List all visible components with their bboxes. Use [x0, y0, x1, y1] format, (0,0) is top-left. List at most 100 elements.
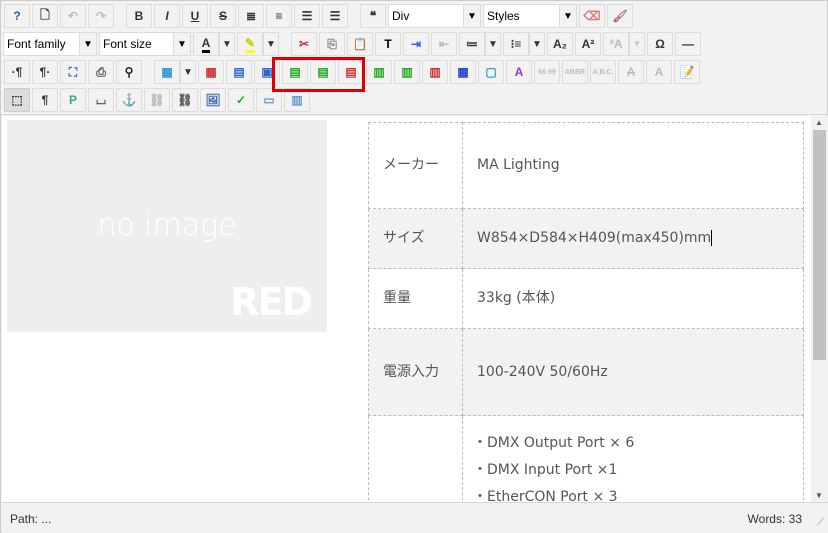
- unordered-list-dropdown[interactable]: ▼: [529, 32, 545, 56]
- rtl-button[interactable]: ¶·: [32, 60, 58, 84]
- horizontal-rule-button[interactable]: —: [675, 32, 701, 56]
- indent-button[interactable]: ⇥: [403, 32, 429, 56]
- redo-button[interactable]: ↷: [88, 4, 114, 28]
- text-color-dropdown[interactable]: ▼: [219, 32, 235, 56]
- copy-button[interactable]: ⎘: [319, 32, 345, 56]
- justify-right-button[interactable]: ☰: [322, 4, 348, 28]
- pagebreak-button[interactable]: ⌴: [88, 88, 114, 112]
- chevron-down-icon[interactable]: ▼: [173, 33, 190, 55]
- abbr-button[interactable]: ABBR: [562, 60, 588, 84]
- insert-column-after-button[interactable]: ▥: [394, 60, 420, 84]
- redo-icon: ↷: [95, 9, 107, 23]
- cleanup-button[interactable]: 🖌: [607, 4, 633, 28]
- scroll-up-icon[interactable]: ▲: [815, 118, 823, 127]
- table-row[interactable]: 重量 33kg (本体): [368, 268, 804, 329]
- visual-aid-button[interactable]: ⬚: [4, 88, 30, 112]
- ltr-button[interactable]: ·¶: [4, 60, 30, 84]
- remove-format-button[interactable]: ⌫: [579, 4, 605, 28]
- font-size-select[interactable]: Font size ▼: [99, 32, 191, 56]
- table-button[interactable]: ▦: [154, 60, 180, 84]
- text-direction-button[interactable]: ªA: [603, 32, 629, 56]
- outdent-button[interactable]: ⇤: [431, 32, 457, 56]
- scroll-down-icon[interactable]: ▼: [815, 491, 823, 500]
- styles-select[interactable]: Styles ▼: [483, 4, 577, 28]
- find-button[interactable]: ⚲: [116, 60, 142, 84]
- chevron-down-icon[interactable]: ▼: [559, 5, 576, 27]
- delete-text-button[interactable]: A: [618, 60, 644, 84]
- split-cells-button[interactable]: ▢: [478, 60, 504, 84]
- styleprops-button[interactable]: A: [506, 60, 532, 84]
- link-button[interactable]: ⛓: [172, 88, 198, 112]
- bold-button[interactable]: B: [126, 4, 152, 28]
- delete-column-button[interactable]: ▥: [422, 60, 448, 84]
- print-button[interactable]: ⎙: [88, 60, 114, 84]
- table-row[interactable]: メーカー MA Lighting: [368, 122, 804, 209]
- justify-center-button[interactable]: ≡: [266, 4, 292, 28]
- table-row[interactable]: ・DMX Output Port × 6 ・DMX Input Port ×1 …: [368, 415, 804, 502]
- table-cell-key[interactable]: 電源入力: [368, 328, 463, 416]
- chevron-down-icon[interactable]: ▼: [463, 5, 480, 27]
- format-select[interactable]: Div ▼: [388, 4, 481, 28]
- table-cell-key[interactable]: サイズ: [368, 208, 463, 269]
- vertical-scrollbar[interactable]: ▲ ▼: [811, 116, 828, 502]
- subscript-button[interactable]: A₂: [547, 32, 573, 56]
- table-cell-value[interactable]: MA Lighting: [462, 122, 804, 209]
- paragraph-button[interactable]: ¶: [32, 88, 58, 112]
- highlight-color-icon: ✎: [244, 36, 256, 53]
- blockquote-button[interactable]: ❝: [360, 4, 386, 28]
- ordered-list-button[interactable]: ≔: [459, 32, 485, 56]
- highlight-color-dropdown[interactable]: ▼: [263, 32, 279, 56]
- fullscreen-button[interactable]: ⛶: [60, 60, 86, 84]
- attributes-button[interactable]: 📝: [674, 60, 700, 84]
- font-family-select[interactable]: Font family ▼: [3, 32, 97, 56]
- row-properties-button[interactable]: ▤: [226, 60, 252, 84]
- ordered-list-icon: ≔: [466, 37, 478, 51]
- delete-table-button[interactable]: ▦: [198, 60, 224, 84]
- help-button[interactable]: ?: [4, 4, 30, 28]
- strikethrough-icon: S: [218, 9, 227, 23]
- table-cell-value[interactable]: 100-240V 50/60Hz: [462, 328, 804, 416]
- table-row[interactable]: サイズ W854×D584×H409(max450)mm: [368, 208, 804, 269]
- resize-handle-icon[interactable]: ⟋: [817, 517, 824, 528]
- special-char-button[interactable]: Ω: [647, 32, 673, 56]
- table-dropdown[interactable]: ▼: [180, 60, 196, 84]
- superscript-button[interactable]: A²: [575, 32, 601, 56]
- unordered-list-button[interactable]: ⁝≡: [503, 32, 529, 56]
- table-row[interactable]: 電源入力 100-240V 50/60Hz: [368, 328, 804, 416]
- preview-button[interactable]: P: [60, 88, 86, 112]
- table-cell-key[interactable]: 重量: [368, 268, 463, 329]
- insert-text-button[interactable]: A: [646, 60, 672, 84]
- ordered-list-dropdown[interactable]: ▼: [485, 32, 501, 56]
- highlight-color-button[interactable]: ✎: [237, 32, 263, 56]
- strikethrough-button[interactable]: S: [210, 4, 236, 28]
- table-cell-value[interactable]: W854×D584×H409(max450)mm: [462, 208, 804, 269]
- table-cell-key[interactable]: メーカー: [368, 122, 463, 209]
- table-cell-value[interactable]: ・DMX Output Port × 6 ・DMX Input Port ×1 …: [462, 415, 804, 502]
- justify-left-button[interactable]: ☰: [294, 4, 320, 28]
- unlink-button[interactable]: ⛓: [144, 88, 170, 112]
- paste-text-button[interactable]: T: [375, 32, 401, 56]
- underline-button[interactable]: U: [182, 4, 208, 28]
- cut-button[interactable]: ✂: [291, 32, 317, 56]
- insert-column-before-button[interactable]: ▥: [366, 60, 392, 84]
- anchor-button[interactable]: ⚓: [116, 88, 142, 112]
- spec-table[interactable]: メーカー MA Lighting サイズ W854×D584×H409(max450…: [368, 122, 804, 502]
- status-bar: Path: ... Words: 33 ⟋: [2, 502, 828, 533]
- justify-full-button[interactable]: ≣: [238, 4, 264, 28]
- paste-button[interactable]: 📋: [347, 32, 373, 56]
- cite-button[interactable]: 66 99: [534, 60, 560, 84]
- merge-cells-button[interactable]: ▦: [450, 60, 476, 84]
- scrollbar-thumb[interactable]: [813, 130, 826, 360]
- table-cell-key[interactable]: [368, 415, 463, 502]
- spellcheck-button[interactable]: ✓: [228, 88, 254, 112]
- chevron-down-icon[interactable]: ▼: [79, 33, 96, 55]
- text-color-button[interactable]: A: [193, 32, 219, 56]
- editor-content[interactable]: no image RED メーカー MA Lighting サイズ W854×D58…: [2, 116, 811, 502]
- acronym-button[interactable]: A.B.C.: [590, 60, 616, 84]
- new-document-button[interactable]: 🗋: [32, 4, 58, 28]
- italic-button[interactable]: I: [154, 4, 180, 28]
- undo-button[interactable]: ↶: [60, 4, 86, 28]
- table-cell-value[interactable]: 33kg (本体): [462, 268, 804, 329]
- image-button[interactable]: 🖼: [200, 88, 226, 112]
- text-direction-dropdown[interactable]: ▼: [629, 32, 645, 56]
